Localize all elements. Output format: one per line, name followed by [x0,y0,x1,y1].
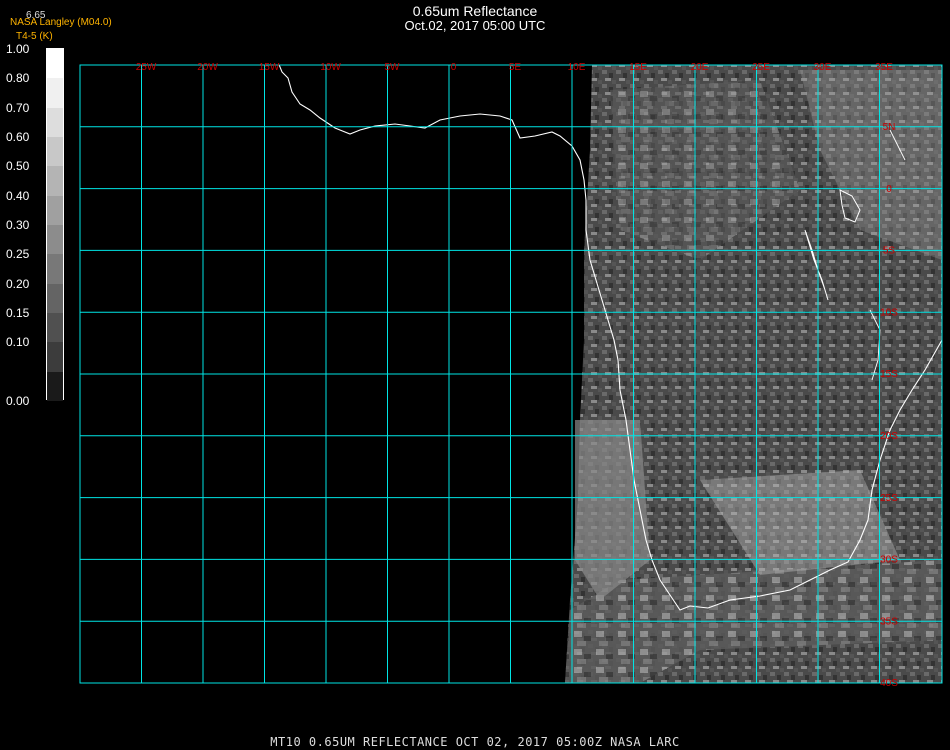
longitude-label: 20W [197,62,218,73]
longitude-label: 15W [259,62,280,73]
latitude-label: 5N [883,122,896,133]
latitude-label: 0 [886,184,892,195]
longitude-label: 10W [320,62,341,73]
latitude-label: 5S [883,246,896,257]
longitude-label: 0 [451,62,457,73]
satellite-map: 25W 20W 15W 10W 5W 0 5E 10E 15E 20E 25E 30E 35E 5N 0 5… [79,62,943,689]
longitude-label: 15E [629,62,647,73]
longitude-label: 10E [568,62,586,73]
latitude-label: 20S [880,431,898,442]
longitude-label: 25W [136,62,157,73]
longitude-label: 5W [385,62,401,73]
latitude-label: 40S [880,678,898,689]
longitude-label: 30E [814,62,832,73]
longitude-label: 25E [752,62,770,73]
latitude-label: 25S [880,493,898,504]
latitude-label: 15S [880,369,898,380]
longitude-label: 35E [875,62,893,73]
longitude-label: 5E [509,62,522,73]
latitude-label: 30S [880,555,898,566]
latitude-label: 10S [880,307,898,318]
footer-caption: MT10 0.65UM REFLECTANCE OCT 02, 2017 05:… [270,735,680,749]
longitude-label: 20E [691,62,709,73]
latitude-label: 35S [880,616,898,627]
